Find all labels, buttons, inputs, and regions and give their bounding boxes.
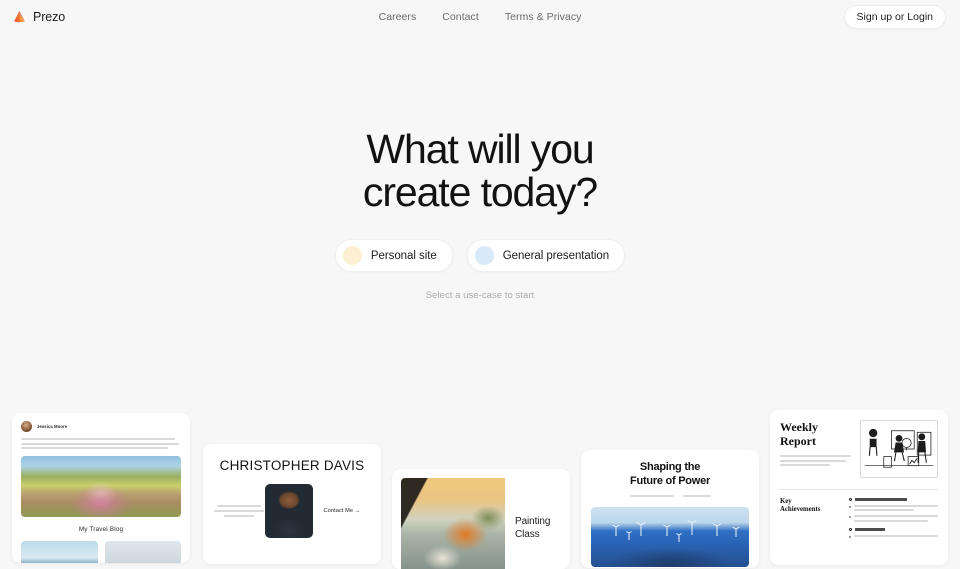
nav-link-terms-privacy[interactable]: Terms & Privacy <box>505 11 582 23</box>
template-author-name: Jessica Moore <box>37 424 68 429</box>
template-title-line-2: Class <box>515 528 540 540</box>
page-title-line-1: What will you <box>366 126 594 172</box>
nav-link-contact[interactable]: Contact <box>442 11 479 23</box>
page-title: What will you create today? <box>362 126 598 215</box>
template-title-line-2: Report <box>780 434 816 448</box>
main-nav: Careers Contact Terms & Privacy <box>0 11 960 23</box>
template-card-personal-resume[interactable]: CHRISTOPHER DAVIS Contact Me → <box>203 444 381 564</box>
template-subsection-heading <box>849 527 938 531</box>
template-subsection-heading <box>849 497 938 501</box>
template-contact-link: Contact Me → <box>323 508 361 514</box>
template-portrait-photo <box>265 484 313 538</box>
brand-name: Prezo <box>33 9 66 24</box>
template-title-line-2: Future of Power <box>630 474 710 487</box>
template-author-row: Jessica Moore <box>21 421 181 432</box>
template-card-weekly-report[interactable]: Weekly Report Key Achievements <box>770 410 948 565</box>
brand-logo[interactable]: Prezo <box>12 9 65 24</box>
template-title: Painting Class <box>505 478 570 569</box>
hero-section: What will you create today? Personal sit… <box>0 128 960 301</box>
template-intro-placeholder <box>780 455 852 467</box>
bullet-circle-icon <box>849 527 853 531</box>
usecase-general-presentation[interactable]: General presentation <box>466 239 626 272</box>
bullet-circle-icon <box>849 497 853 501</box>
template-thumbnail <box>21 541 98 563</box>
team-illustration-icon <box>864 428 934 468</box>
template-hero-photo <box>591 507 749 567</box>
template-achievements-list <box>849 497 938 544</box>
template-title-line-1: Shaping the <box>639 461 701 473</box>
usecase-options: Personal site General presentation <box>334 239 626 272</box>
usecase-personal-site[interactable]: Personal site <box>334 239 453 272</box>
template-meta-placeholder <box>581 495 759 497</box>
template-title-line-1: Painting <box>515 516 551 527</box>
template-illustration <box>860 420 938 478</box>
template-thumbnail <box>104 541 181 563</box>
template-card-article[interactable]: Shaping the Future of Power <box>581 450 759 568</box>
nav-link-careers[interactable]: Careers <box>379 11 417 23</box>
template-section-label-line-1: Key <box>780 497 792 505</box>
wind-turbine-icon <box>676 532 683 542</box>
template-card-painting-class[interactable]: Painting Class <box>392 469 570 569</box>
wind-turbine-icon <box>612 524 620 537</box>
template-title: Shaping the Future of Power <box>581 461 759 488</box>
template-paragraph-placeholder <box>21 438 181 450</box>
usecase-hint: Select a use-case to start <box>425 290 535 301</box>
usecase-color-dot <box>342 246 362 265</box>
usecase-label: Personal site <box>370 249 437 262</box>
template-thumbnail-row <box>21 541 181 563</box>
template-section-label: Key Achievements <box>780 498 840 544</box>
divider <box>780 489 938 490</box>
template-section-label-line-2: Achievements <box>780 506 821 514</box>
wind-turbine-icon <box>662 524 671 536</box>
wind-turbine-icon <box>636 522 646 536</box>
wind-turbine-icon <box>713 522 722 536</box>
template-title-line-1: Weekly <box>780 420 818 434</box>
wind-turbine-icon <box>687 520 697 536</box>
avatar <box>21 421 32 432</box>
wind-turbine-icon <box>625 531 632 541</box>
site-header: Prezo Careers Contact Terms & Privacy Si… <box>0 0 960 33</box>
usecase-label: General presentation <box>502 249 610 262</box>
template-bio-placeholder <box>213 505 265 517</box>
template-name-heading: CHRISTOPHER DAVIS <box>219 458 365 473</box>
signup-login-button[interactable]: Sign up or Login <box>843 4 946 29</box>
usecase-color-dot <box>474 246 494 265</box>
prezo-triangle-logo-icon <box>14 10 25 23</box>
template-caption: My Travel Blog <box>78 526 124 534</box>
template-card-travel-blog[interactable]: Jessica Moore My Travel Blog <box>12 413 190 563</box>
template-title: Weekly Report <box>780 420 852 448</box>
template-hero-photo <box>21 456 181 518</box>
page-title-line-2: create today? <box>362 169 598 215</box>
template-artwork-photo <box>401 478 505 569</box>
wind-turbine-icon <box>732 526 740 537</box>
